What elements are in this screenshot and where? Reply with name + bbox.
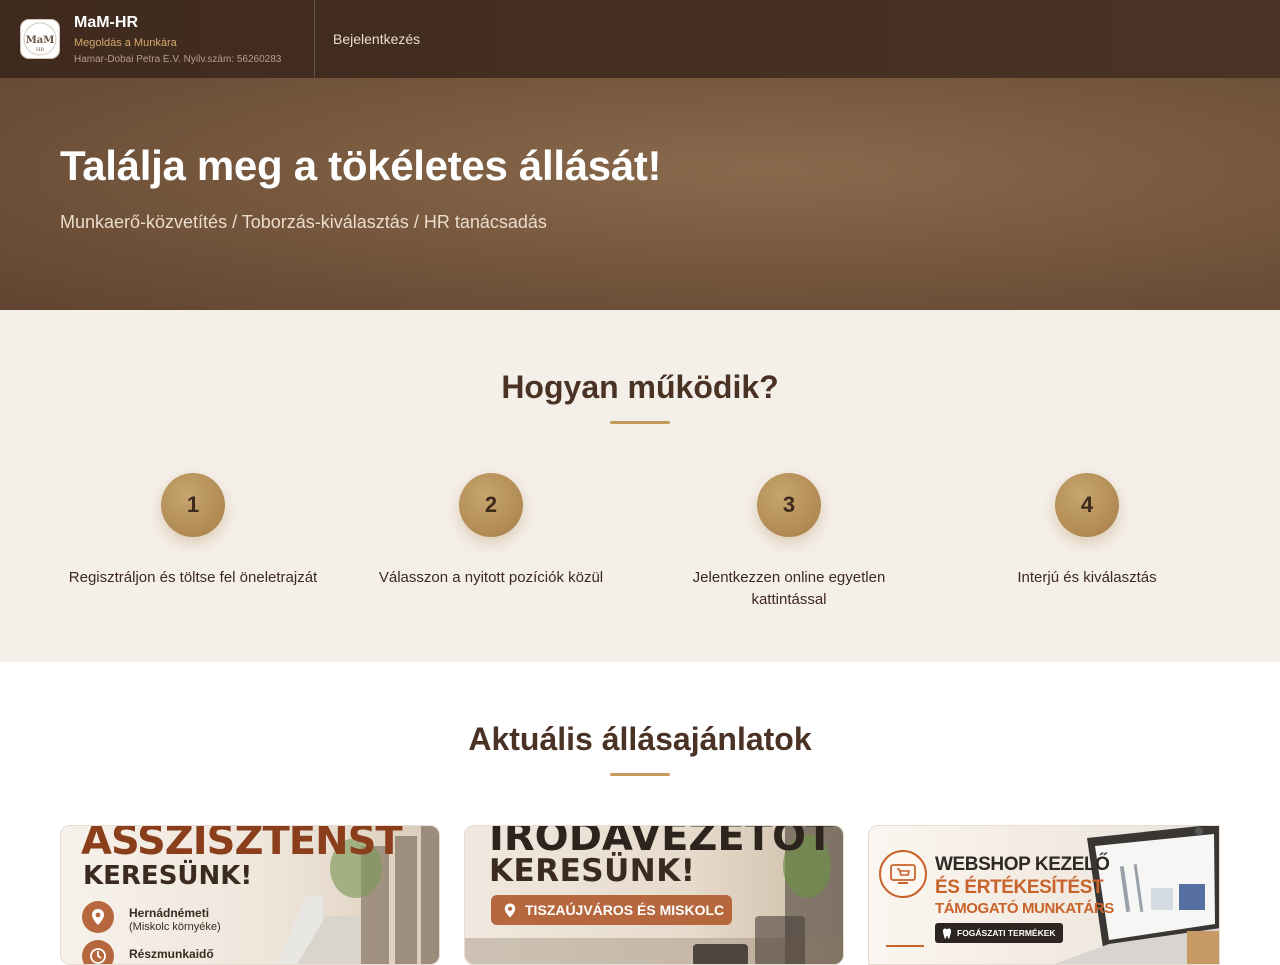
login-link[interactable]: Bejelentkezés (333, 31, 420, 47)
location-pin-icon (504, 903, 516, 917)
job-card-office-manager[interactable]: IRODAVEZETŐT KERESÜNK! TISZAÚJVÁROS ÉS M… (464, 825, 844, 965)
how-title: Hogyan működik? (501, 369, 779, 405)
job-listings: Aktuális állásajánlatok ASSZISZTENST KER… (0, 662, 1280, 965)
clock-icon (82, 940, 114, 964)
brand-tagline: Megoldás a Munkára (74, 36, 177, 49)
hero: Találja meg a tökéletes állását! Munkaer… (0, 78, 1280, 310)
card-location: Hernádnémeti (129, 906, 210, 920)
category-badge-label: FOGÁSZATI TERMÉKEK (957, 928, 1056, 938)
step-1: 1 Regisztráljon és töltse fel öneletrajz… (63, 473, 323, 589)
step-number-badge: 2 (459, 473, 523, 537)
card-headline: ASSZISZTENST (81, 825, 403, 864)
step-text: Interjú és kiválasztás (1017, 569, 1157, 586)
card-subhead-2: TÁMOGATÓ MUNKATÁRS (935, 900, 1114, 917)
hero-subtitle: Munkaerő-közvetítés / Toborzás-kiválaszt… (60, 212, 547, 232)
title-underline (610, 421, 670, 424)
site-header: MaM HR MaM-HR Megoldás a Munkára Hamar-D… (0, 0, 1280, 78)
card-location-note: (Miskolc környéke) (129, 921, 221, 933)
brand-name[interactable]: MaM-HR (74, 13, 281, 33)
step-text: Jelentkezzen online egyetlen kattintássa… (692, 569, 886, 608)
accent-bar (886, 945, 924, 947)
step-text: Regisztráljon és töltse fel öneletrajzát (68, 569, 318, 586)
hero-title: Találja meg a tökéletes állását! (60, 142, 662, 189)
step-4: 4 Interjú és kiválasztás (957, 473, 1217, 589)
card-headline: WEBSHOP KEZELŐ (935, 854, 1110, 875)
step-number-badge: 3 (757, 473, 821, 537)
step-number-badge: 4 (1055, 473, 1119, 537)
category-badge: FOGÁSZATI TERMÉKEK (935, 923, 1063, 943)
how-it-works: Hogyan működik? 1 Regisztráljon és tölts… (0, 310, 1280, 662)
job-card-assistant[interactable]: ASSZISZTENST KERESÜNK! Hernádnémeti (Mis… (60, 825, 440, 965)
card-location-pill: TISZAÚJVÁROS ÉS MISKOLC (491, 895, 732, 925)
cart-icon (879, 850, 927, 898)
logo[interactable]: MaM HR (20, 19, 60, 59)
card-subhead: KERESÜNK! (489, 853, 696, 889)
card-schedule: Részmunkaidő (129, 947, 214, 961)
logo-icon: MaM HR (23, 22, 57, 56)
title-underline (610, 773, 670, 776)
svg-text:MaM: MaM (26, 35, 55, 46)
brand[interactable]: MaM HR MaM-HR Megoldás a Munkára Hamar-D… (0, 0, 315, 78)
card-subhead: KERESÜNK! (83, 861, 253, 891)
step-2: 2 Válasszon a nyitott pozíciók közül (361, 473, 621, 589)
brand-registration: Hamar-Dobai Petra E.V. Nyilv.szám: 56260… (74, 53, 282, 65)
card-location: TISZAÚJVÁROS ÉS MISKOLC (525, 902, 725, 918)
job-card-webshop[interactable]: WEBSHOP KEZELŐ ÉS ÉRTÉKESÍTÉST TÁMOGATÓ … (868, 825, 1220, 965)
step-text: Válasszon a nyitott pozíciók közül (378, 569, 604, 586)
jobs-title: Aktuális állásajánlatok (468, 721, 812, 757)
step-number-badge: 1 (161, 473, 225, 537)
svg-text:HR: HR (36, 47, 44, 53)
step-3: 3 Jelentkezzen online egyetlen kattintás… (659, 473, 919, 611)
card-subhead: ÉS ÉRTÉKESÍTÉST (935, 877, 1104, 898)
tooth-icon (943, 928, 951, 939)
location-pin-icon (82, 901, 114, 933)
